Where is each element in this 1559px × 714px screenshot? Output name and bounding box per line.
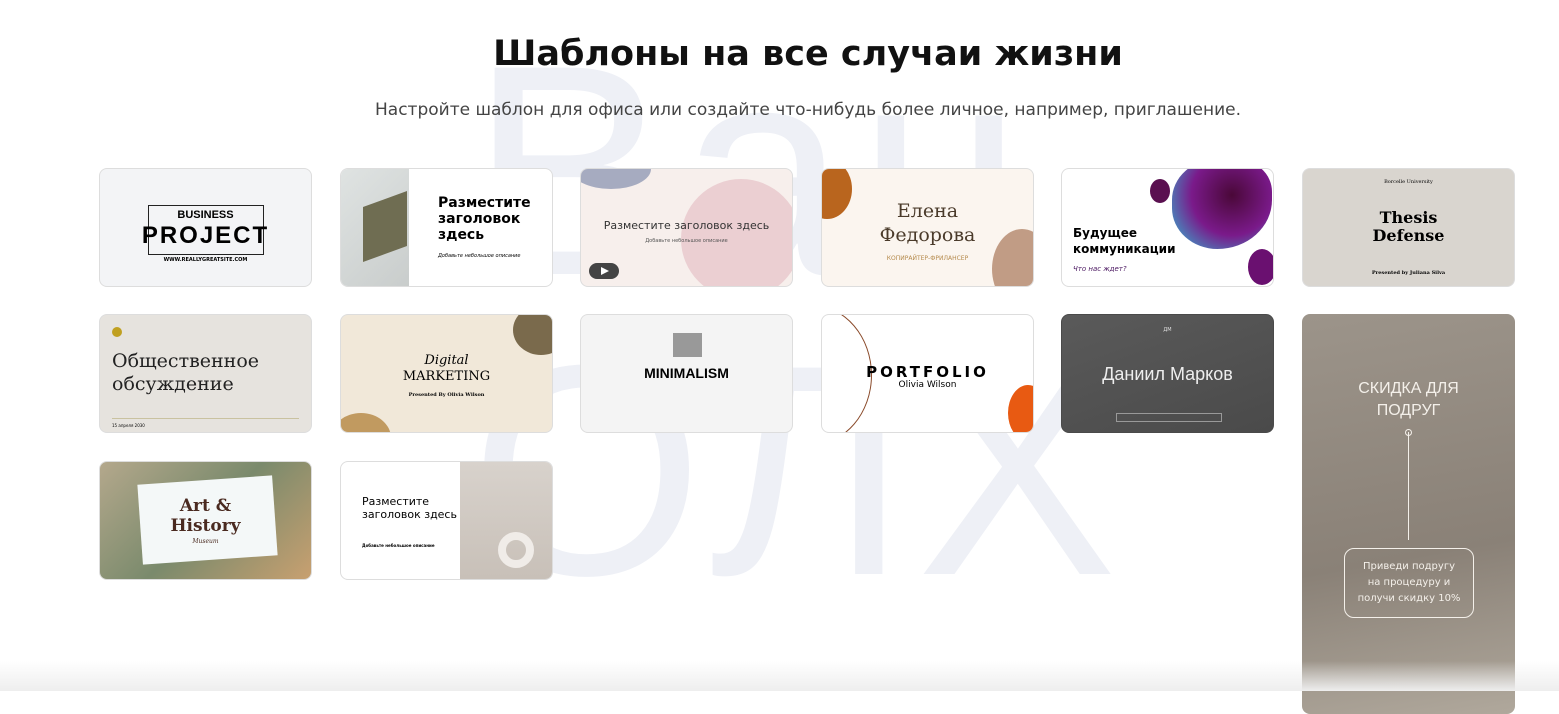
card-title: СКИДКА ДЛЯ ПОДРУГ (1358, 380, 1459, 419)
template-card-digital-marketing[interactable]: Digital MARKETING Presented By Olivia Wi… (340, 314, 553, 433)
card-title: Art & (179, 496, 232, 516)
template-card-heading-laptop[interactable]: Разместите заголовок здесь Добавьте небо… (340, 168, 553, 287)
card-desc: Presented by Juliana Silva (1371, 270, 1446, 276)
page-subtitle: Настройте шаблон для офиса или создайте … (375, 100, 1241, 120)
page-title: Шаблоны на все случаи жизни (493, 34, 1123, 74)
card-desc: Что нас ждет? (1073, 265, 1127, 273)
card-title: History (170, 516, 241, 536)
card-top-text: ДМ (1163, 327, 1172, 333)
template-card-portfolio[interactable]: PORTFOLIO Olivia Wilson (821, 314, 1034, 433)
card-title: MARKETING (402, 369, 491, 384)
card-title: BUSINESS (177, 209, 234, 221)
template-card-future-communication[interactable]: Будущее коммуникации Что нас ждет? (1061, 168, 1274, 287)
card-desc: Museum (192, 538, 219, 545)
card-title: MINIMALISM (644, 365, 729, 381)
card-title: Елена Федорова (879, 200, 976, 246)
template-card-friends-discount[interactable]: СКИДКА ДЛЯ ПОДРУГ Приведи подругу на про… (1302, 314, 1515, 714)
template-card-elena-fedorova[interactable]: Елена Федорова КОПИРАЙТЕР-ФРИЛАНСЕР (821, 168, 1034, 287)
template-card-thesis-defense[interactable]: Borcelle University Thesis Defense Prese… (1302, 168, 1515, 287)
template-card-heading-abstract[interactable]: Разместите заголовок здесь Добавьте небо… (580, 168, 793, 287)
card-title: Разместите заголовок здесь (362, 495, 457, 521)
template-card-minimalism[interactable]: MINIMALISM (580, 314, 793, 433)
card-desc: КОПИРАЙТЕР-ФРИЛАНСЕР (886, 255, 969, 262)
bottom-fade (0, 661, 1559, 691)
template-card-art-history[interactable]: Art & History Museum (99, 461, 312, 580)
card-desc: Добавьте небольшое описание (362, 543, 435, 548)
card-title: Будущее коммуникации (1073, 226, 1176, 256)
template-card-public-discussion[interactable]: Общественное обсуждение 15 апреля 2030 (99, 314, 312, 433)
card-desc: Presented By Olivia Wilson (408, 392, 485, 398)
play-icon[interactable] (589, 263, 619, 279)
template-card-business-project[interactable]: BUSINESS PROJECT WWW.REALLYGREATSITE.COM (99, 168, 312, 287)
card-title: Digital (424, 353, 469, 368)
template-card-heading-vase[interactable]: Разместите заголовок здесь Добавьте небо… (340, 461, 553, 580)
template-card-daniil-markov[interactable]: ДМ Даниил Марков (1061, 314, 1274, 433)
card-desc: Добавьте небольшое описание (438, 253, 521, 259)
card-desc: Приведи подругу на процедуру и получи ск… (1344, 548, 1474, 618)
card-url: WWW.REALLYGREATSITE.COM (163, 257, 248, 263)
card-title: Разместите заголовок здесь (438, 195, 531, 243)
card-top-text: Borcelle University (1384, 179, 1433, 185)
card-date: 15 апреля 2030 (112, 423, 145, 428)
card-title: PROJECT (141, 222, 270, 249)
card-desc: Olivia Wilson (898, 380, 957, 390)
card-title: Даниил Марков (1102, 364, 1233, 384)
card-title: PORTFOLIO (866, 363, 989, 381)
card-desc: Добавьте небольшое описание (645, 238, 728, 244)
card-title: Общественное обсуждение (112, 350, 260, 395)
card-title: Thesis Defense (1372, 208, 1445, 245)
card-title: Разместите заголовок здесь (603, 219, 770, 232)
